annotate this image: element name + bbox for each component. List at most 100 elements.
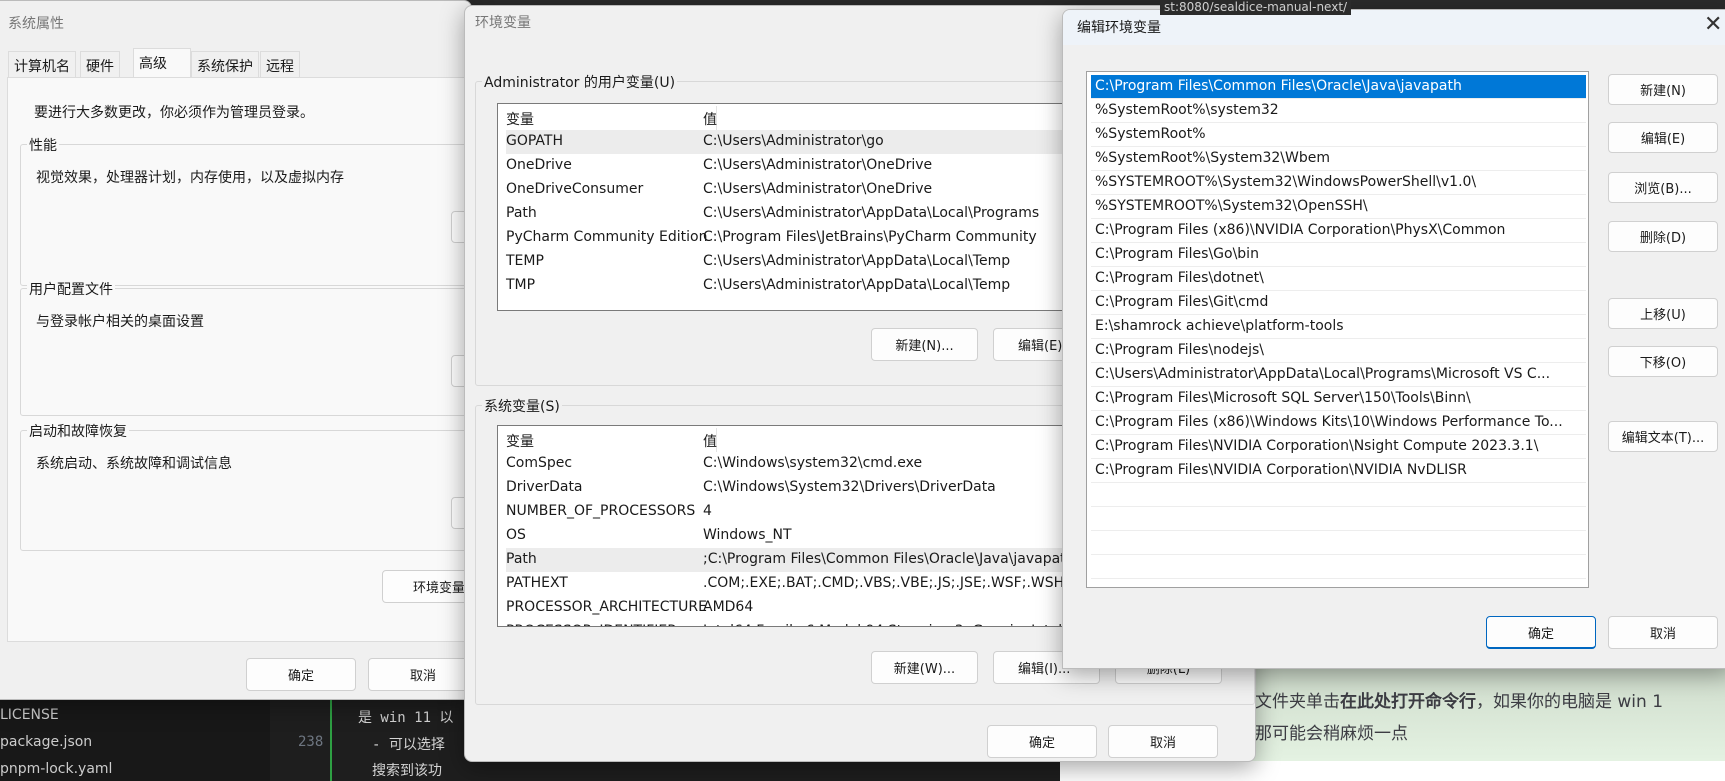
line-number: 238 (298, 734, 324, 750)
variable-value: .COM;.EXE;.BAT;.CMD;.VBS;.VBE;.JS;.JSE;.… (703, 575, 1065, 591)
dialog-title: 环境变量 (475, 15, 531, 31)
path-list-item[interactable]: %SystemRoot% (1091, 123, 1586, 147)
group-startup-recovery: 启动和故障恢复 系统启动、系统故障和调试信息 (20, 421, 471, 551)
variable-name: ComSpec (506, 455, 573, 471)
environment-variables-button[interactable]: 环境变量(N)... (382, 570, 471, 603)
system-new-button[interactable]: 新建(W)... (871, 651, 978, 684)
doc-line: 文件夹单击在此处打开命令行，如果你的电脑是 win 1 (1255, 692, 1664, 712)
new-button[interactable]: 新建(N) (1608, 74, 1718, 105)
move-up-button[interactable]: 上移(U) (1608, 298, 1718, 329)
column-header-variable[interactable]: 变量 (506, 431, 534, 451)
path-list-item[interactable]: C:\Program Files\nodejs\ (1091, 339, 1586, 363)
variable-value: C:\Windows\system32\cmd.exe (703, 455, 923, 471)
variable-name: TEMP (506, 253, 544, 269)
path-list-item[interactable]: C:\Program Files\dotnet\ (1091, 267, 1586, 291)
path-list-item[interactable]: %SYSTEMROOT%\System32\OpenSSH\ (1091, 195, 1586, 219)
dialog-title: 系统属性 (8, 16, 64, 32)
edit-environment-variable-dialog: 编辑环境变量 ✕ C:\Program Files\Common Files\O… (1062, 9, 1725, 669)
variable-value: Windows_NT (703, 527, 792, 543)
path-list-item[interactable] (1091, 507, 1586, 531)
variable-name: PROCESSOR_ARCHITECTURE (506, 599, 707, 615)
url-fragment: st:8080/sealdice-manual-next/ (1160, 0, 1352, 15)
ok-button[interactable]: 确定 (246, 658, 356, 691)
doc-line: 那可能会稍麻烦一点 (1255, 724, 1408, 744)
path-list-item[interactable]: C:\Program Files (x86)\Windows Kits\10\W… (1091, 411, 1586, 435)
tab-system-protection[interactable]: 系统保护 (191, 51, 259, 77)
variable-name: OneDrive (506, 157, 572, 173)
admin-notice: 要进行大多数更改，你必须作为管理员登录。 (34, 105, 314, 121)
variable-name: PATHEXT (506, 575, 568, 591)
file-explorer: LICENSE package.json pnpm-lock.yaml (0, 690, 270, 781)
variable-value: Intel64 Family 6 Model 94 Stepping 3, Ge… (703, 623, 1062, 626)
variable-value: C:\Users\Administrator\go (703, 133, 884, 149)
path-list-item[interactable]: C:\Program Files\Microsoft SQL Server\15… (1091, 387, 1586, 411)
ok-button[interactable]: 确定 (987, 725, 1097, 758)
variable-name: Path (506, 205, 537, 221)
cancel-button[interactable]: 取消 (1108, 725, 1218, 758)
path-list-item[interactable] (1091, 483, 1586, 507)
variable-value: C:\Program Files\JetBrains\PyCharm Commu… (703, 229, 1037, 245)
variable-value: C:\Users\Administrator\AppData\Local\Pro… (703, 205, 1040, 221)
path-list-item[interactable]: C:\Program Files\Common Files\Oracle\Jav… (1091, 75, 1586, 99)
file-item[interactable]: LICENSE (0, 707, 59, 723)
file-item[interactable]: package.json (0, 734, 92, 750)
tab-panel: 要进行大多数更改，你必须作为管理员登录。 性能 视觉效果，处理器计划，内存使用，以… (7, 77, 471, 642)
column-header-variable[interactable]: 变量 (506, 109, 534, 129)
variable-name: PROCESSOR_IDENTIFIER (506, 623, 677, 626)
variable-name: OS (506, 527, 526, 543)
edit-button[interactable]: 编辑(E) (1608, 122, 1718, 153)
path-list-item[interactable]: C:\Program Files\Git\cmd (1091, 291, 1586, 315)
edit-text-button[interactable]: 编辑文本(T)... (1608, 421, 1718, 452)
path-list-item[interactable]: C:\Program Files\Go\bin (1091, 243, 1586, 267)
variable-value: C:\Users\Administrator\OneDrive (703, 181, 933, 197)
code-line: 是 win 11 以 (358, 710, 454, 726)
path-list-item[interactable] (1091, 531, 1586, 555)
variable-name: OneDriveConsumer (506, 181, 644, 197)
code-line: - 可以选择 (372, 737, 445, 753)
title-bar (1063, 10, 1725, 45)
path-list[interactable]: C:\Program Files\Common Files\Oracle\Jav… (1086, 71, 1589, 588)
variable-name: Path (506, 551, 537, 567)
path-list-item[interactable]: %SystemRoot%\system32 (1091, 99, 1586, 123)
path-list-item[interactable]: C:\Program Files\NVIDIA Corporation\Nsig… (1091, 435, 1586, 459)
path-list-item[interactable]: C:\Program Files (x86)\NVIDIA Corporatio… (1091, 219, 1586, 243)
variable-name: PyCharm Community Edition (506, 229, 708, 245)
variable-value: AMD64 (703, 599, 754, 615)
column-header-value[interactable]: 值 (703, 431, 717, 451)
line-gutter: 238 (270, 690, 332, 781)
variable-value: 4 (703, 503, 712, 519)
variable-value: C:\Users\Administrator\AppData\Local\Tem… (703, 277, 1011, 293)
ok-button[interactable]: 确定 (1486, 616, 1596, 649)
close-icon[interactable]: ✕ (1704, 12, 1722, 37)
doc-callout: 文件夹单击在此处打开命令行，如果你的电脑是 win 1 那可能会稍麻烦一点 (1250, 669, 1725, 761)
browse-button[interactable]: 浏览(B)... (1608, 172, 1718, 203)
move-down-button[interactable]: 下移(O) (1608, 346, 1718, 377)
cancel-button[interactable]: 取消 (1608, 616, 1718, 649)
code-line: 搜索到该功 (372, 763, 442, 779)
path-list-item[interactable]: %SYSTEMROOT%\System32\WindowsPowerShell\… (1091, 171, 1586, 195)
dialog-title: 编辑环境变量 (1077, 20, 1161, 36)
path-list-item[interactable]: %SystemRoot%\System32\Wbem (1091, 147, 1586, 171)
group-performance: 性能 视觉效果，处理器计划，内存使用，以及虚拟内存 (20, 135, 471, 286)
variable-value: C:\Windows\System32\Drivers\DriverData (703, 479, 996, 495)
system-properties-dialog: 系统属性 计算机名 硬件 高级 系统保护 远程 要进行大多数更改，你必须作为管理… (0, 0, 472, 700)
variable-name: DriverData (506, 479, 583, 495)
tab-remote[interactable]: 远程 (260, 51, 300, 77)
variable-name: TMP (506, 277, 536, 293)
user-new-button[interactable]: 新建(N)... (871, 328, 978, 361)
tab-advanced[interactable]: 高级 (133, 48, 191, 78)
file-item[interactable]: pnpm-lock.yaml (0, 761, 112, 777)
cancel-button[interactable]: 取消 (368, 658, 471, 691)
variable-value: C:\Users\Administrator\AppData\Local\Tem… (703, 253, 1011, 269)
path-list-item[interactable] (1091, 555, 1586, 579)
path-list-item[interactable]: C:\Users\Administrator\AppData\Local\Pro… (1091, 363, 1586, 387)
delete-button[interactable]: 删除(D) (1608, 221, 1718, 252)
variable-value: ;C:\Program Files\Common Files\Oracle\Ja… (703, 551, 1075, 567)
tab-hardware[interactable]: 硬件 (80, 51, 120, 77)
variable-value: C:\Users\Administrator\OneDrive (703, 157, 933, 173)
tab-computer-name[interactable]: 计算机名 (8, 51, 76, 77)
group-user-profiles: 用户配置文件 与登录帐户相关的桌面设置 (20, 279, 471, 416)
column-header-value[interactable]: 值 (703, 109, 717, 129)
path-list-item[interactable]: E:\shamrock achieve\platform-tools (1091, 315, 1586, 339)
path-list-item[interactable]: C:\Program Files\NVIDIA Corporation\NVID… (1091, 459, 1586, 483)
